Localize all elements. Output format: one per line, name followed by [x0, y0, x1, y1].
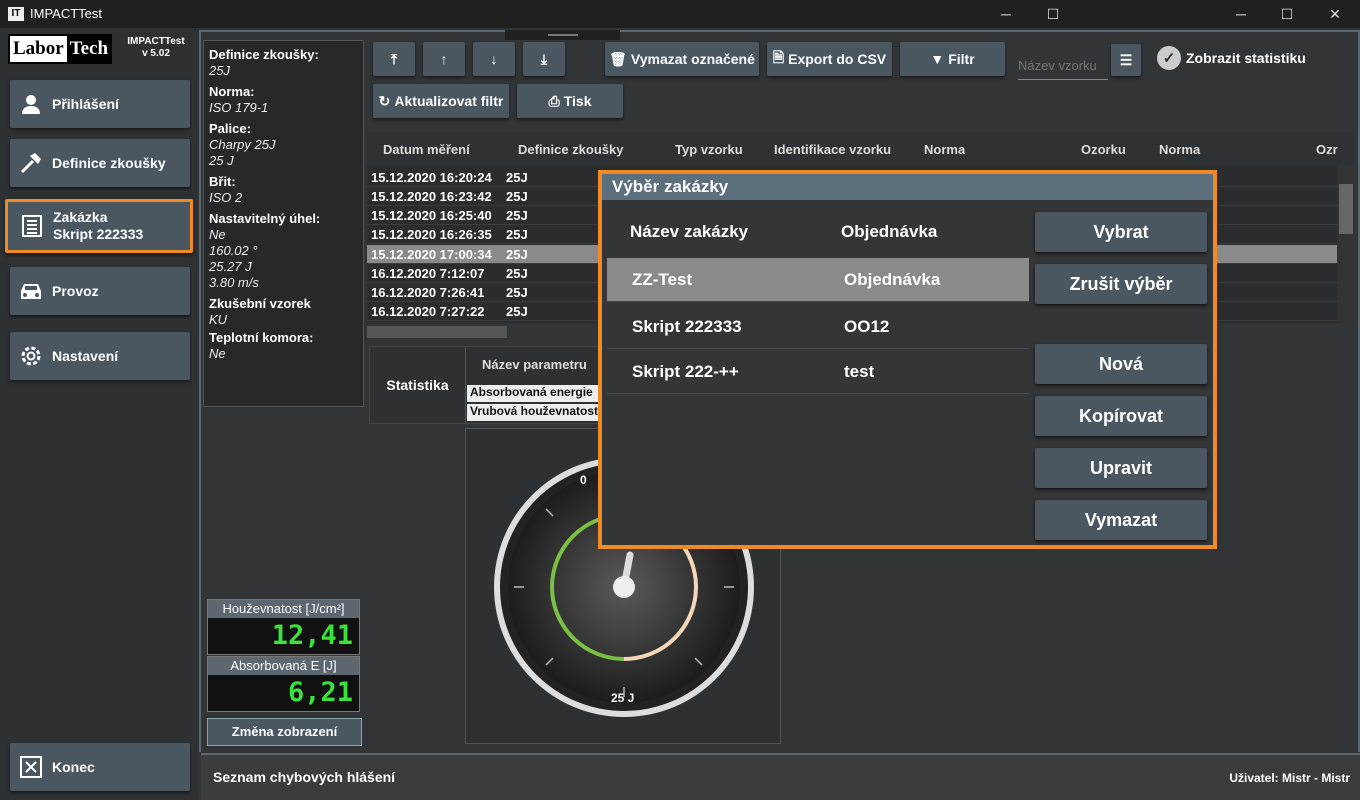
drag-handle[interactable] — [505, 30, 620, 40]
param-row[interactable]: Vrubová houževnatost — [467, 404, 600, 421]
sidebar-item-login[interactable]: Přihlášení — [10, 80, 190, 128]
minimize-icon[interactable]: ─ — [1218, 0, 1264, 28]
toughness-meter: Houževnatost [J/cm²] 12,41 — [207, 599, 360, 655]
hammer-icon — [18, 150, 44, 176]
param-header: Název parametru — [482, 357, 587, 372]
change-view-button[interactable]: Změna zobrazení — [207, 718, 362, 746]
exit-button[interactable]: Konec — [10, 743, 190, 791]
column-header[interactable]: Datum měření — [383, 142, 470, 157]
cancel-selection-button[interactable]: Zrušit výběr — [1035, 264, 1207, 304]
column-header-order: Objednávka — [841, 222, 938, 241]
column-header[interactable]: Norma — [1159, 142, 1200, 157]
delete-order-button[interactable]: Vymazat — [1035, 500, 1207, 540]
delete-marked-button[interactable]: 🗑 Vymazat označené — [605, 42, 759, 76]
funnel-icon: ▼ — [930, 51, 945, 67]
car-icon — [18, 278, 44, 304]
app-icon: IT — [8, 7, 24, 21]
close-box-icon — [18, 754, 44, 780]
move-bottom-button[interactable]: ⤓ — [523, 42, 565, 76]
maximize-icon[interactable]: ☐ — [1264, 0, 1310, 28]
refresh-filter-button[interactable]: ↻ Aktualizovat filtr — [373, 84, 509, 118]
new-order-button[interactable]: Nová — [1035, 344, 1207, 384]
labortech-logo: Labor Tech — [8, 34, 112, 64]
copy-order-button[interactable]: Kopírovat — [1035, 396, 1207, 436]
sample-name-filter-input[interactable] — [1018, 52, 1108, 80]
move-down-button[interactable]: ↓ — [473, 42, 515, 76]
title-bar: IT IMPACTTest ─ ☐ ─ ☐ ✕ — [0, 0, 1360, 28]
column-header[interactable]: Definice zkoušky — [518, 142, 624, 157]
error-list-link[interactable]: Seznam chybových hlášení — [213, 769, 395, 785]
export-file-icon: 🗎 — [772, 49, 785, 65]
gauge-max-label: 25 J — [611, 691, 635, 705]
filter-options-button[interactable]: ☰ — [1111, 44, 1141, 76]
print-button[interactable]: ⎙ Tisk — [517, 84, 623, 118]
column-header[interactable]: Ozorku — [1081, 142, 1126, 157]
user-icon — [18, 91, 44, 117]
statistics-title: Statistika — [370, 347, 466, 423]
sidebar-item-test-definition[interactable]: Definice zkoušky — [10, 139, 190, 187]
arrow-bottom-icon: ⤓ — [540, 50, 548, 67]
vertical-scrollbar[interactable] — [1337, 166, 1355, 324]
refresh-icon: ↻ — [378, 92, 391, 109]
export-csv-button[interactable]: 🗎 Export do CSV — [767, 42, 892, 76]
column-header[interactable]: Identifikace vzorku — [774, 142, 891, 157]
table-header: Datum měření Definice zkoušky Typ vzorku… — [367, 132, 1355, 166]
minimize-icon[interactable]: ─ — [983, 0, 1029, 28]
param-row[interactable]: Absorbovaná energie — [467, 385, 600, 402]
arrow-up-icon: ↑ — [440, 51, 448, 67]
order-selection-dialog: Výběr zakázky Název zakázky Objednávka Z… — [598, 170, 1217, 549]
trash-icon: 🗑 — [609, 50, 627, 67]
order-row[interactable]: Skript 222333 OO12 — [607, 305, 1029, 349]
statistics-panel: Statistika Název parametru Absorbovaná e… — [369, 346, 600, 424]
filter-lines-icon: ☰ — [1119, 51, 1133, 68]
move-top-button[interactable]: ⤒ — [373, 42, 415, 76]
sidebar-item-settings[interactable]: Nastavení — [10, 332, 190, 380]
dialog-title: Výběr zakázky — [602, 174, 1213, 200]
edit-order-button[interactable]: Upravit — [1035, 448, 1207, 488]
filter-button[interactable]: ▼ Filtr — [900, 42, 1005, 76]
horizontal-scrollbar[interactable] — [367, 326, 507, 338]
close-icon[interactable]: ✕ — [1312, 0, 1358, 28]
app-version: IMPACTTest v 5.02 — [127, 36, 185, 59]
window-title: IMPACTTest — [30, 6, 102, 21]
order-row[interactable]: Skript 222-++ test — [607, 350, 1029, 394]
column-header[interactable]: Typ vzorku — [675, 142, 743, 157]
status-bar: Seznam chybových hlášení Uživatel: Mistr… — [201, 753, 1360, 800]
current-user: Uživatel: Mistr - Mistr — [1229, 771, 1350, 785]
document-icon — [19, 213, 45, 239]
energy-meter: Absorbovaná E [J] 6,21 — [207, 656, 360, 712]
gauge-zero-label: 0 — [580, 473, 587, 487]
column-header[interactable]: Ozr — [1316, 142, 1338, 157]
sidebar: Labor Tech IMPACTTest v 5.02 Přihlášení De… — [0, 28, 198, 800]
show-stats-toggle[interactable]: ✓ Zobrazit statistiku — [1157, 46, 1306, 70]
column-header[interactable]: Norma — [924, 142, 965, 157]
test-info-panel: Definice zkoušky: 25J Norma: ISO 179-1 P… — [203, 40, 364, 407]
column-header-name: Název zakázky — [630, 222, 749, 241]
sidebar-item-operation[interactable]: Provoz — [10, 267, 190, 315]
check-circle-icon: ✓ — [1157, 46, 1181, 70]
arrow-down-icon: ↓ — [490, 51, 498, 67]
gear-icon — [18, 343, 44, 369]
maximize-icon[interactable]: ☐ — [1030, 0, 1076, 28]
arrow-top-icon: ⤒ — [390, 50, 398, 67]
printer-icon: ⎙ — [548, 92, 560, 109]
order-row-selected[interactable]: ZZ-Test Objednávka — [607, 258, 1029, 302]
move-up-button[interactable]: ↑ — [423, 42, 465, 76]
select-button[interactable]: Vybrat — [1035, 212, 1207, 252]
sidebar-item-order[interactable]: Zakázka Skript 222333 — [5, 199, 193, 253]
